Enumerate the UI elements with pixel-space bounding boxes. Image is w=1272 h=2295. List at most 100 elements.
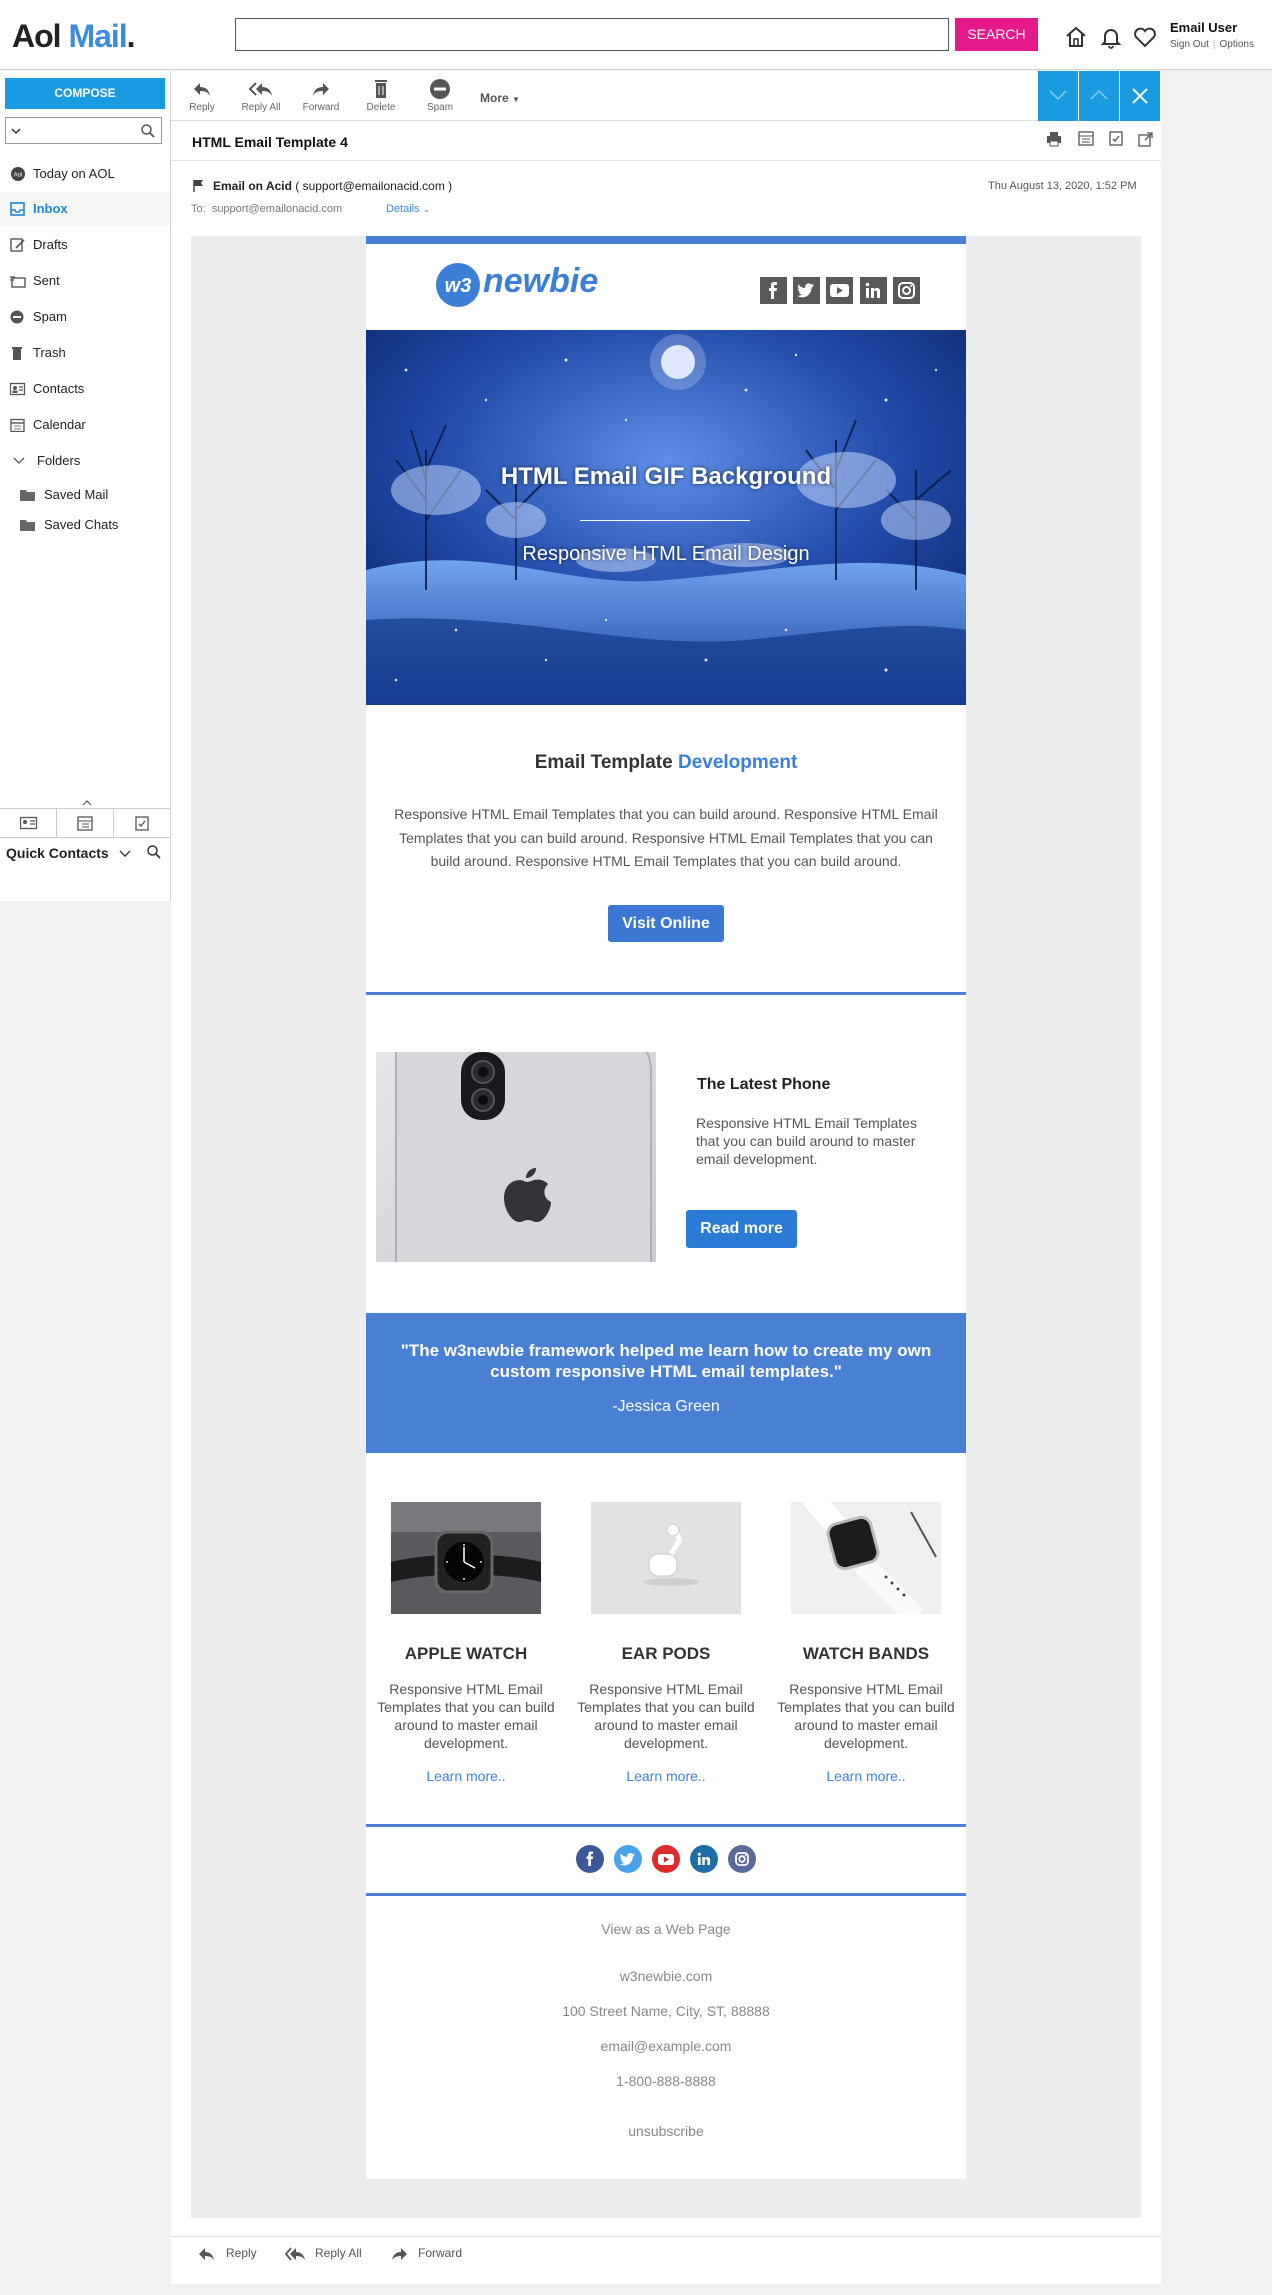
sign-out-link[interactable]: Sign Out (1170, 39, 1209, 50)
hero-image (366, 330, 966, 705)
tasks-tab[interactable] (114, 809, 170, 837)
spam-label: Spam (426, 102, 454, 113)
learn-more-link[interactable]: Learn more.. (376, 1768, 556, 1784)
aol-mail-logo[interactable]: Aol Mail. (12, 18, 136, 55)
bottom-reply-button[interactable]: Reply (198, 2246, 257, 2262)
search-icon[interactable] (140, 123, 156, 139)
reply-label: Reply (189, 102, 215, 113)
bottom-reply-all-button[interactable]: Reply All (285, 2246, 362, 2262)
sender[interactable]: Email on Acid ( support@emailonacid.com … (213, 179, 452, 193)
bottom-forward-button[interactable]: Forward (390, 2246, 462, 2262)
footer-phone: 1-800-888-8888 (616, 2073, 716, 2089)
compose-button[interactable]: COMPOSE (5, 78, 165, 109)
quick-contacts-label[interactable]: Quick Contacts (6, 845, 109, 861)
unsubscribe-link[interactable]: unsubscribe (366, 2123, 966, 2139)
folders-toggle[interactable]: Folders (0, 444, 170, 478)
phone-image (376, 1052, 656, 1262)
sidebar-item-contacts[interactable]: Contacts (0, 372, 170, 406)
phone-body: Responsive HTML Email Templates that you… (696, 1115, 917, 1167)
brand-name[interactable]: newbie (483, 262, 598, 301)
popout-icon[interactable] (1138, 131, 1154, 147)
subfolder-label: Saved Mail (44, 487, 109, 502)
forward-button[interactable]: Forward (291, 78, 351, 113)
youtube-icon[interactable] (652, 1845, 680, 1873)
subfolder-saved-mail[interactable]: Saved Mail (0, 481, 170, 509)
sidebar-item-calendar[interactable]: Calendar (0, 408, 170, 442)
task-icon[interactable] (1108, 130, 1124, 146)
instagram-icon[interactable] (728, 1845, 756, 1873)
contacts-tab[interactable] (0, 809, 57, 837)
home-icon[interactable] (1063, 24, 1089, 50)
forward-icon (392, 2248, 407, 2260)
trash-icon (375, 80, 387, 98)
facebook-icon[interactable] (760, 277, 787, 304)
folder-search-input[interactable] (5, 117, 162, 144)
reply-all-label: Reply All (241, 102, 281, 113)
footer-email[interactable]: email@example.com (366, 2038, 966, 2054)
next-message-button[interactable] (1038, 71, 1078, 121)
product-title: EAR PODS (621, 1644, 711, 1663)
search-input[interactable] (235, 18, 949, 51)
user-links: Sign Out | Options (1170, 39, 1254, 50)
reply-button[interactable]: Reply (172, 78, 232, 113)
youtube-icon[interactable] (826, 277, 853, 304)
divider (366, 992, 966, 995)
bottom-forward-label: Forward (418, 2246, 463, 2261)
reply-all-button[interactable]: Reply All (231, 78, 291, 113)
sidebar-item-sent[interactable]: Sent (0, 264, 170, 298)
more-label: More (480, 91, 509, 105)
forward-icon (313, 83, 329, 96)
search-button[interactable]: SEARCH (955, 18, 1038, 51)
calendar-icon (10, 418, 26, 432)
spam-icon (10, 310, 26, 324)
previous-message-button[interactable] (1079, 71, 1119, 121)
reply-icon (194, 83, 210, 96)
delete-label: Delete (366, 102, 396, 113)
sidebar-item-inbox[interactable]: Inbox (0, 192, 170, 226)
print-icon[interactable] (1046, 131, 1062, 147)
linkedin-icon[interactable] (690, 1845, 718, 1873)
product-title: WATCH BANDS (802, 1644, 930, 1663)
details-toggle[interactable]: Details ⌄ (386, 203, 430, 215)
bottom-reply-label: Reply (226, 2246, 257, 2261)
footer-site[interactable]: w3newbie.com (366, 1968, 966, 1984)
calendar-tab[interactable] (57, 809, 114, 837)
sidebar-item-today[interactable]: Aol Today on AOL (0, 157, 170, 191)
sidebar-item-spam[interactable]: Spam (0, 300, 170, 334)
view-web-link[interactable]: View as a Web Page (366, 1921, 966, 1937)
close-message-button[interactable] (1120, 71, 1160, 121)
aol-icon: Aol (10, 167, 26, 181)
instagram-icon[interactable] (893, 277, 920, 304)
facebook-icon[interactable] (576, 1845, 604, 1873)
twitter-icon[interactable] (614, 1845, 642, 1873)
bell-icon[interactable] (1098, 24, 1124, 50)
quick-contacts-tabs (0, 808, 170, 838)
chevron-down-icon[interactable] (119, 848, 131, 858)
more-menu[interactable]: More ▼ (480, 91, 520, 105)
product-body: Responsive HTML Email Templates that you… (777, 1681, 955, 1751)
delete-button[interactable]: Delete (351, 78, 411, 113)
sidebar-item-drafts[interactable]: Drafts (0, 228, 170, 262)
sidebar-item-label: Inbox (33, 201, 68, 216)
flag-icon[interactable] (192, 179, 204, 193)
calendar-icon[interactable] (1078, 130, 1094, 146)
spam-button[interactable]: Spam (410, 78, 470, 113)
user-name[interactable]: Email User (1170, 20, 1237, 35)
section-body: Responsive HTML Email Templates that you… (394, 806, 938, 869)
spam-icon (430, 79, 450, 99)
w3-logo-badge[interactable]: w3 (435, 262, 481, 308)
sender-email: ( support@emailonacid.com ) (295, 179, 453, 193)
subfolder-saved-chats[interactable]: Saved Chats (0, 511, 170, 539)
read-more-button[interactable]: Read more (686, 1210, 797, 1248)
search-icon[interactable] (146, 844, 162, 860)
twitter-icon[interactable] (793, 277, 820, 304)
learn-more-link[interactable]: Learn more.. (576, 1768, 756, 1784)
options-link[interactable]: Options (1220, 39, 1254, 50)
linkedin-icon[interactable] (860, 277, 887, 304)
heart-icon[interactable] (1132, 24, 1158, 50)
learn-more-link[interactable]: Learn more.. (776, 1768, 956, 1784)
sidebar-item-trash[interactable]: Trash (0, 336, 170, 370)
visit-online-button[interactable]: Visit Online (608, 905, 724, 942)
trash-icon (10, 346, 26, 360)
collapse-handle-icon[interactable] (82, 800, 92, 806)
